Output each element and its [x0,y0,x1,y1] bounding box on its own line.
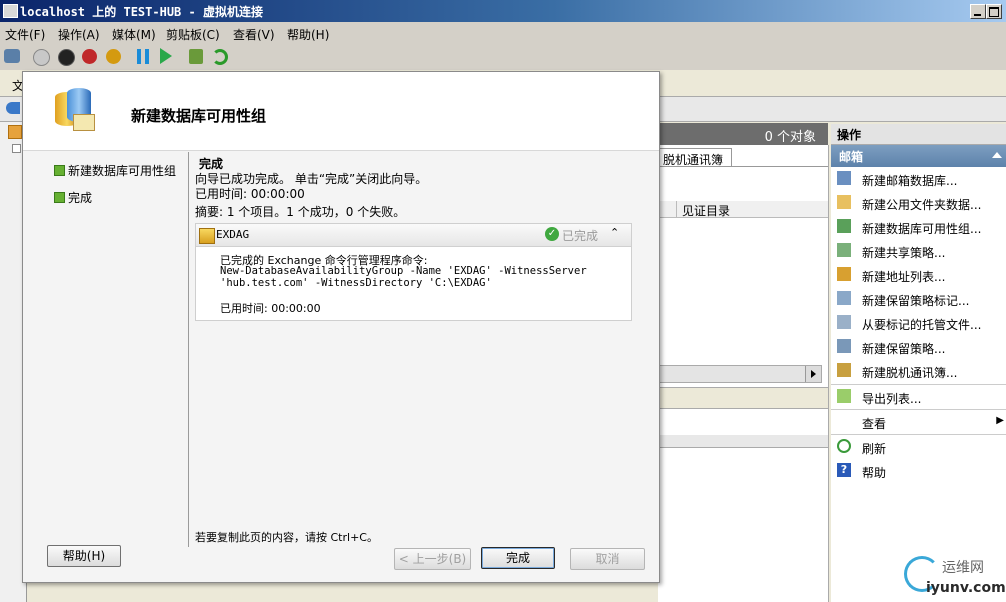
action-new-dag[interactable]: 新建数据库可用性组... [831,215,1006,239]
help-icon: ? [837,463,851,477]
ctrl-alt-del-icon[interactable] [4,49,20,63]
maximize-button[interactable] [986,4,1002,19]
actions-mailbox-header[interactable]: 邮箱 [831,145,1006,167]
dag-wizard-icon [51,88,95,134]
cancel-button[interactable]: 取消 [570,548,645,570]
menu-bar: 文件(F) 操作(A) 媒体(M) 剪贴板(C) 查看(V) 帮助(H) [0,22,1006,43]
submenu-arrow-icon: ▶ [996,415,1004,426]
scroll-right-arrow-icon [811,370,816,378]
finish-button[interactable]: 完成 [481,547,555,569]
step-complete-icon [54,192,65,203]
actions-list: 新建邮箱数据库... 新建公用文件夹数据... 新建数据库可用性组... 新建共… [831,167,1006,602]
action-view[interactable]: 查看 ▶ [831,410,1006,434]
action-new-retention-tag[interactable]: 新建保留策略标记... [831,287,1006,311]
tree-collapse-icon[interactable] [12,144,21,153]
menu-help[interactable]: 帮助(H) [287,26,329,43]
resume-icon[interactable] [160,48,186,64]
collapse-up-icon [992,152,1002,158]
lower-pane-header [658,387,828,409]
menu-action[interactable]: 操作(A) [58,26,100,43]
exchange-tree-icon[interactable] [8,125,22,139]
result-pane-header: 0 个对象 [658,123,828,145]
object-count: 0 个对象 [764,130,816,145]
wizard-title: 新建数据库可用性组 [131,107,267,125]
action-refresh[interactable]: 刷新 [831,435,1006,459]
address-list-icon [837,267,851,281]
retention-tag-icon [837,291,851,305]
pause-icon[interactable] [137,49,149,64]
back-button[interactable]: < 上一步(B) [394,548,471,570]
result-item-header[interactable]: EXDAG ✓ 已完成 ⌃ [196,224,631,247]
menu-media[interactable]: 媒体(M) [112,26,156,43]
shutdown-icon[interactable] [82,49,97,64]
snapshot-icon[interactable] [189,49,203,64]
window-title: localhost 上的 TEST-HUB - 虚拟机连接 [20,5,263,19]
menu-view[interactable]: 查看(V) [233,26,275,43]
result-item-name: EXDAG [216,228,250,241]
minimize-button[interactable] [970,4,986,19]
wizard-header: 新建数据库可用性组 [23,72,659,151]
copy-hint: 若要复制此页的内容，请按 Ctrl+C。 [195,531,378,544]
folder-database-icon [837,195,851,209]
turn-off-icon[interactable] [58,49,75,66]
command-line-2: 'hub.test.com' -WitnessDirectory 'C:\EXD… [220,277,492,289]
item-elapsed-time: 已用时间: 00:00:00 [220,302,321,315]
step-complete-icon [54,165,65,176]
retention-policy-icon [837,339,851,353]
action-from-managed-folder[interactable]: 从要标记的托管文件... [831,311,1006,335]
action-new-retention-policy[interactable]: 新建保留策略... [831,335,1006,359]
watermark-cn: 运维网 [942,560,984,576]
menu-file[interactable]: 文件(F) [5,26,45,43]
help-button[interactable]: 帮助(H) [47,545,121,567]
action-new-mailbox-database[interactable]: 新建邮箱数据库... [831,167,1006,191]
command-line-1: New-DatabaseAvailabilityGroup -Name 'EXD… [220,265,587,277]
action-new-sharing-policy[interactable]: 新建共享策略... [831,239,1006,263]
result-item-status: 已完成 [562,229,599,243]
managed-folder-icon [837,315,851,329]
result-pane: 脱机通讯簿 见证目录 [658,145,829,602]
action-new-public-folder-database[interactable]: 新建公用文件夹数据... [831,191,1006,215]
refresh-icon [837,439,851,453]
action-new-address-list[interactable]: 新建地址列表... [831,263,1006,287]
vm-connection-icon [3,4,18,18]
action-help[interactable]: ? 帮助 [831,459,1006,483]
collapse-chevron-icon[interactable]: ⌃ [610,226,619,239]
power-icon[interactable] [106,49,121,64]
scroll-right-button[interactable] [805,366,821,382]
watermark-url: iyunv.com [926,580,1006,596]
dag-icon [837,219,851,233]
new-dag-wizard: 新建数据库可用性组 新建数据库可用性组 完成 完成 向导已成功完成。 单击“完成… [22,71,660,583]
actions-pane-header: 操作 [831,124,1006,145]
offline-address-book-icon [837,363,851,377]
summary-text: 摘要: 1 个项目。1 个成功，0 个失败。 [195,205,406,219]
export-list-icon [837,389,851,403]
action-new-offline-address-book[interactable]: 新建脱机通讯簿... [831,359,1006,383]
database-icon [837,171,851,185]
menu-clipboard[interactable]: 剪贴板(C) [166,26,220,43]
column-divider [676,201,677,217]
elapsed-time: 已用时间: 00:00:00 [195,187,305,201]
action-export-list[interactable]: 导出列表... [831,385,1006,409]
dag-item-icon [199,228,215,244]
back-arrow-icon[interactable] [6,102,20,114]
column-witness-directory[interactable]: 见证目录 [682,202,730,219]
vm-toolbar [0,43,1006,71]
lower-pane-splitter[interactable] [658,435,828,448]
success-check-icon: ✓ [545,227,559,241]
start-icon[interactable] [33,49,50,66]
column-header-row: 见证目录 [658,201,828,218]
site-watermark: 运维网 iyunv.com [900,554,1006,602]
vm-title-bar: localhost 上的 TEST-HUB - 虚拟机连接 [0,0,1006,22]
sharing-policy-icon [837,243,851,257]
revert-icon[interactable] [212,49,228,65]
horizontal-scrollbar[interactable] [658,365,822,383]
tab-underline [658,166,828,167]
result-item-panel: EXDAG ✓ 已完成 ⌃ 已完成的 Exchange 命令行管理程序命令: N… [195,223,632,321]
tab-offline-address-book[interactable]: 脱机通讯簿 [658,148,732,167]
wizard-divider [188,152,189,547]
